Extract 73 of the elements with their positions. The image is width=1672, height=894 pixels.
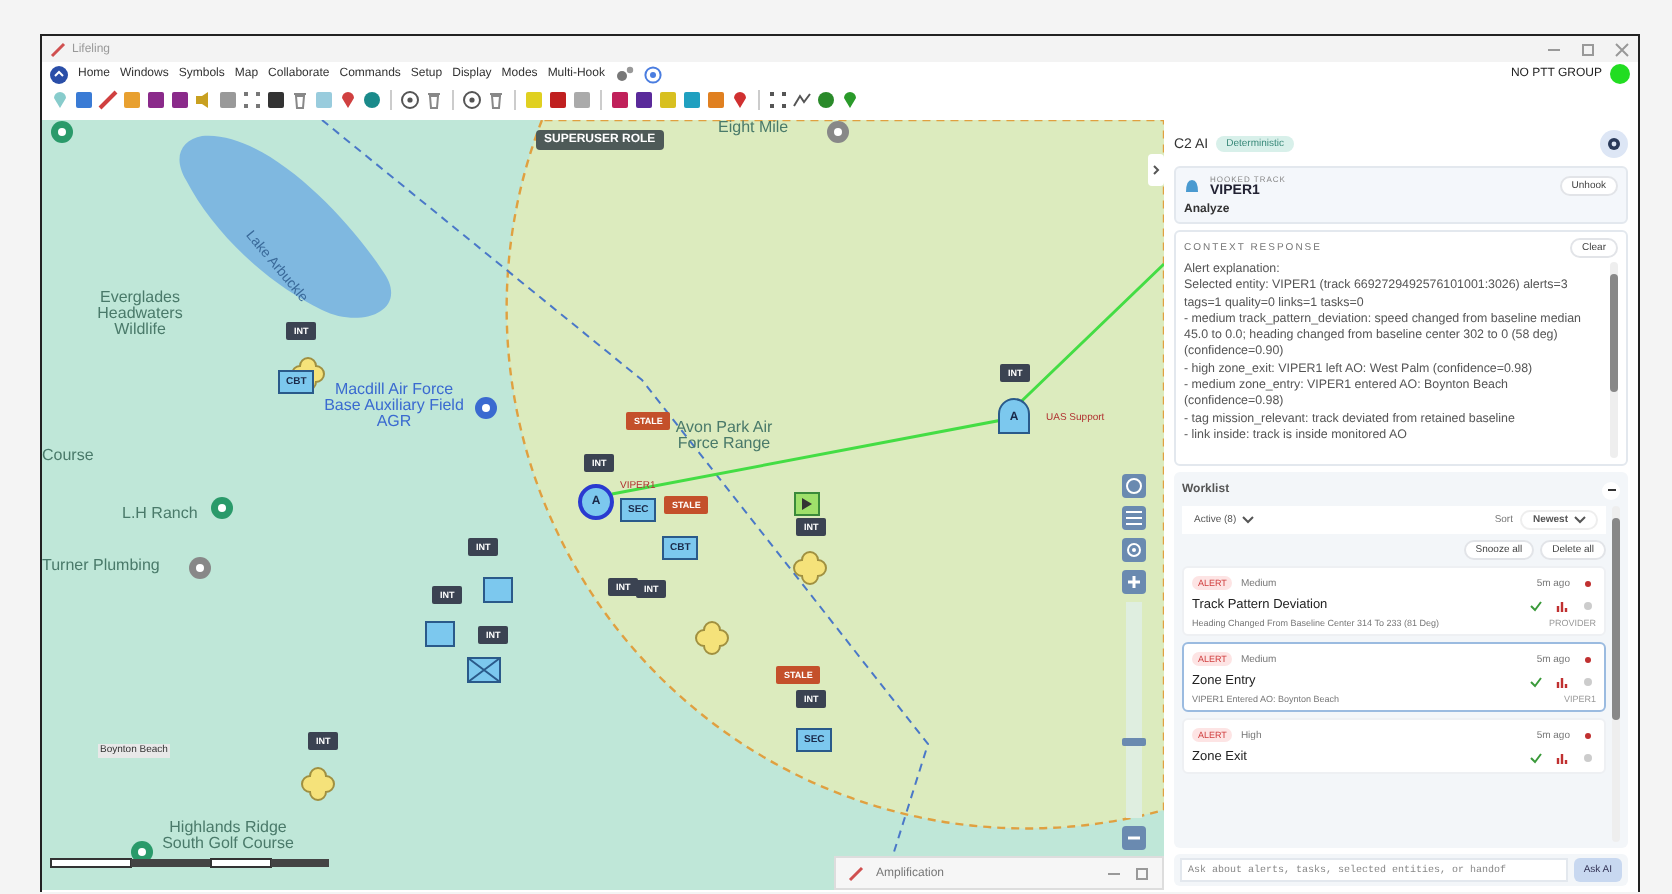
compass-icon[interactable]: [1122, 474, 1146, 498]
grid-icon[interactable]: [242, 90, 262, 110]
circle-icon[interactable]: [362, 90, 382, 110]
target-icon[interactable]: [643, 65, 661, 83]
line-icon[interactable]: [792, 90, 812, 110]
circle-icon[interactable]: [816, 90, 836, 110]
square-icon[interactable]: [266, 90, 286, 110]
bar-chart-icon: [1555, 751, 1567, 763]
target-icon[interactable]: [462, 90, 482, 110]
place-label: Turner Plumbing: [42, 558, 160, 574]
unit-symbol[interactable]: [424, 620, 456, 648]
bin-icon[interactable]: [424, 90, 444, 110]
square-icon[interactable]: [610, 90, 630, 110]
minus-icon: [1605, 484, 1617, 496]
bin-icon[interactable]: [486, 90, 506, 110]
pin-icon[interactable]: [338, 90, 358, 110]
scroll-thumb[interactable]: [1612, 518, 1620, 720]
check-icon: [1529, 751, 1541, 763]
check-icon: [1529, 599, 1541, 611]
unknown-track-symbol[interactable]: [300, 766, 336, 802]
scroll-thumb[interactable]: [1610, 274, 1618, 392]
pencil-icon: [50, 41, 66, 57]
place-label: L.H Ranch: [122, 506, 198, 522]
dot-icon: [1583, 579, 1591, 587]
square-icon[interactable]: [170, 90, 190, 110]
caret-icon: [1242, 516, 1255, 524]
target-icon[interactable]: [400, 90, 420, 110]
collapse-button[interactable]: [1602, 481, 1620, 499]
pencil-icon[interactable]: [98, 90, 118, 110]
locate-icon[interactable]: [1122, 538, 1146, 562]
unknown-track-symbol[interactable]: [792, 550, 828, 586]
caret-icon: [1574, 516, 1586, 524]
scrollbar[interactable]: [1612, 506, 1620, 842]
scrollbar[interactable]: [1610, 262, 1618, 458]
check-icon: [1529, 675, 1541, 687]
selected-track-symbol[interactable]: [794, 492, 820, 516]
settings-button[interactable]: [1600, 130, 1628, 158]
track-icon: [1184, 178, 1200, 194]
zoom-slider[interactable]: [1126, 602, 1142, 818]
circle-icon: [1581, 599, 1593, 611]
place-label: Highlands Ridge South Golf Course: [160, 820, 296, 852]
link-icon[interactable]: [615, 66, 633, 82]
pencil-icon: [848, 865, 864, 881]
unknown-track-symbol[interactable]: [694, 620, 730, 656]
app-logo-icon[interactable]: [50, 65, 68, 83]
settings-icon: [1606, 136, 1622, 152]
zoom-in-icon[interactable]: [1122, 570, 1146, 594]
place-label: Course: [42, 448, 94, 464]
circle-icon: [1581, 751, 1593, 763]
pin-icon[interactable]: [730, 90, 750, 110]
bar-chart-icon: [1555, 599, 1567, 611]
close-icon[interactable]: [1614, 41, 1630, 57]
place-label: Eight Mile: [718, 120, 789, 136]
grid-icon[interactable]: [768, 90, 788, 110]
circle-icon: [1581, 675, 1593, 687]
unit-symbol[interactable]: [482, 576, 514, 604]
place-label: Everglades Headwaters Wildlife: [95, 290, 185, 338]
zoom-out-icon[interactable]: [1122, 826, 1146, 850]
dot-icon: [1583, 731, 1591, 739]
maximize-icon[interactable]: [1580, 41, 1596, 57]
bar-chart-icon: [1555, 675, 1567, 687]
pin-icon[interactable]: [840, 90, 860, 110]
square-icon[interactable]: [634, 90, 654, 110]
maximize-icon[interactable]: [1134, 865, 1150, 881]
dot-icon: [1583, 655, 1591, 663]
square-icon[interactable]: [146, 90, 166, 110]
map-pin-icon[interactable]: [474, 396, 498, 420]
square-icon[interactable]: [548, 90, 568, 110]
place-label: Macdill Air Force Base Auxiliary Field AGR: [322, 382, 466, 430]
layers-icon[interactable]: [1122, 506, 1146, 530]
collapse-tab-icon[interactable]: [1148, 154, 1164, 186]
slider-thumb[interactable]: [1122, 737, 1146, 746]
unit-symbol[interactable]: [466, 656, 502, 684]
